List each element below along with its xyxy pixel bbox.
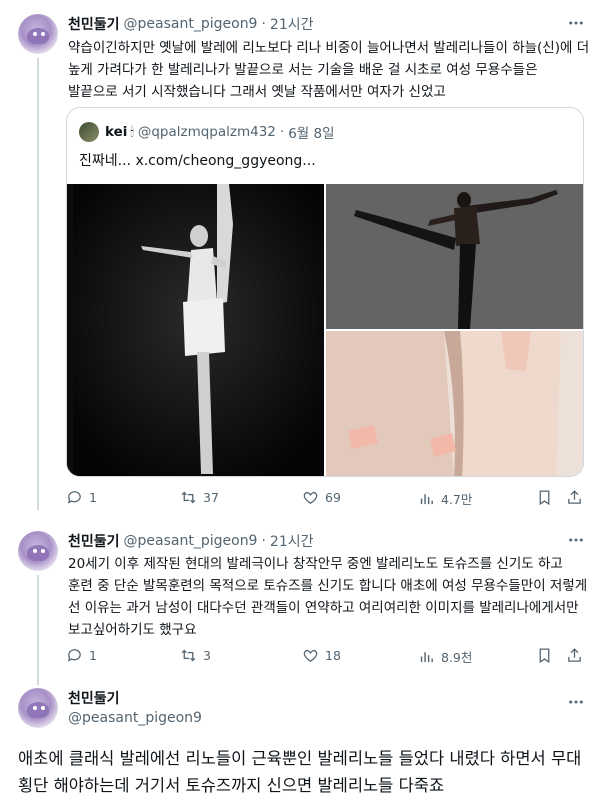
bookmark-button[interactable] [536,489,559,506]
tweet-header: 천민둘기 @peasant_pigeon9 · 21시간 [68,14,314,34]
retweet-count: 3 [203,648,211,663]
bookmark-icon [539,648,550,664]
retweet-button[interactable]: 37 [180,489,219,506]
views-count: 4.7만 [441,492,473,507]
like-icon [303,650,318,662]
bookmark-icon [539,490,550,506]
ballerina-photo[interactable] [67,184,324,476]
views-icon [420,652,433,663]
action-bar: 1 3 18 8.9천 [66,647,586,667]
tweet-text: 약습이긴하지만 옛날에 발레에 리노보다 리나 비중이 늘어나면서 발레리나들이… [68,40,590,100]
quote-date: 6월 8일 [288,126,335,142]
timestamp[interactable]: 21시간 [270,14,314,34]
action-bar: 1 37 69 4.7만 [66,489,586,509]
avatar[interactable] [18,531,58,571]
avatar[interactable] [18,688,58,728]
separator-dot: · [261,16,266,32]
reply-icon [67,491,81,504]
quoted-tweet[interactable]: kei 🕯 @qpalzmqpalzm432 · 6월 8일 진짜네... x.… [66,107,584,477]
pointe-shoes-photo[interactable] [326,331,583,476]
quote-avatar [79,122,99,142]
views-icon [420,494,433,505]
separator-dot: · [279,124,285,140]
handle[interactable]: @peasant_pigeon9 [124,533,258,549]
avatar[interactable] [18,14,58,54]
tweet-text: 20세기 이후 제작된 현대의 발레극이나 창작안무 중엔 발레리노도 토슈즈를… [68,556,588,638]
retweet-icon [181,649,196,662]
quote-display-name: kei [105,124,128,140]
quote-text: 진짜네... x.com/cheong_ggyeong... [79,153,316,169]
like-button[interactable]: 18 [302,647,341,664]
share-icon [568,490,581,504]
quote-header: kei 🕯 @qpalzmqpalzm432 · 6월 8일 [79,122,335,142]
quote-handle: @qpalzmqpalzm432 [137,124,276,140]
tweet-header: 천민둘기 @peasant_pigeon9 · 21시간 [68,531,314,551]
more-icon[interactable] [566,531,586,551]
display-name[interactable]: 천민둘기 [68,531,120,551]
share-button[interactable] [566,489,589,506]
retweet-button[interactable]: 3 [180,647,211,664]
like-count: 69 [325,490,341,505]
reply-button[interactable]: 1 [66,647,97,664]
share-button[interactable] [566,647,589,664]
ballerino-photo[interactable] [326,184,583,329]
reply-button[interactable]: 1 [66,489,97,506]
reply-count: 1 [89,490,97,505]
display-name[interactable]: 천민둘기 [68,14,120,34]
media-grid [67,184,583,476]
retweet-count: 37 [203,490,219,505]
like-button[interactable]: 69 [302,489,341,506]
display-name[interactable]: 천민둘기 [68,688,120,708]
more-icon[interactable] [566,693,586,713]
views-button[interactable]: 4.7만 [418,489,472,508]
bookmark-button[interactable] [536,647,559,664]
handle[interactable]: @peasant_pigeon9 [68,710,202,726]
reply-icon [67,649,81,662]
tweet-text: 애초에 클래식 발레에선 리노들이 근육뿐인 발레리노들 들었다 내렸다 하면서… [18,749,582,795]
thread-line [37,58,39,510]
separator-dot: · [261,533,266,549]
share-icon [568,648,581,662]
candle-emoji-icon: 🕯 [130,124,134,139]
views-button[interactable]: 8.9천 [418,647,472,666]
thread-line [37,575,39,685]
reply-count: 1 [89,648,97,663]
like-count: 18 [325,648,341,663]
views-count: 8.9천 [441,650,473,665]
more-icon[interactable] [566,14,586,34]
like-icon [303,492,318,504]
handle[interactable]: @peasant_pigeon9 [124,16,258,32]
timestamp[interactable]: 21시간 [270,531,314,551]
retweet-icon [181,491,196,504]
